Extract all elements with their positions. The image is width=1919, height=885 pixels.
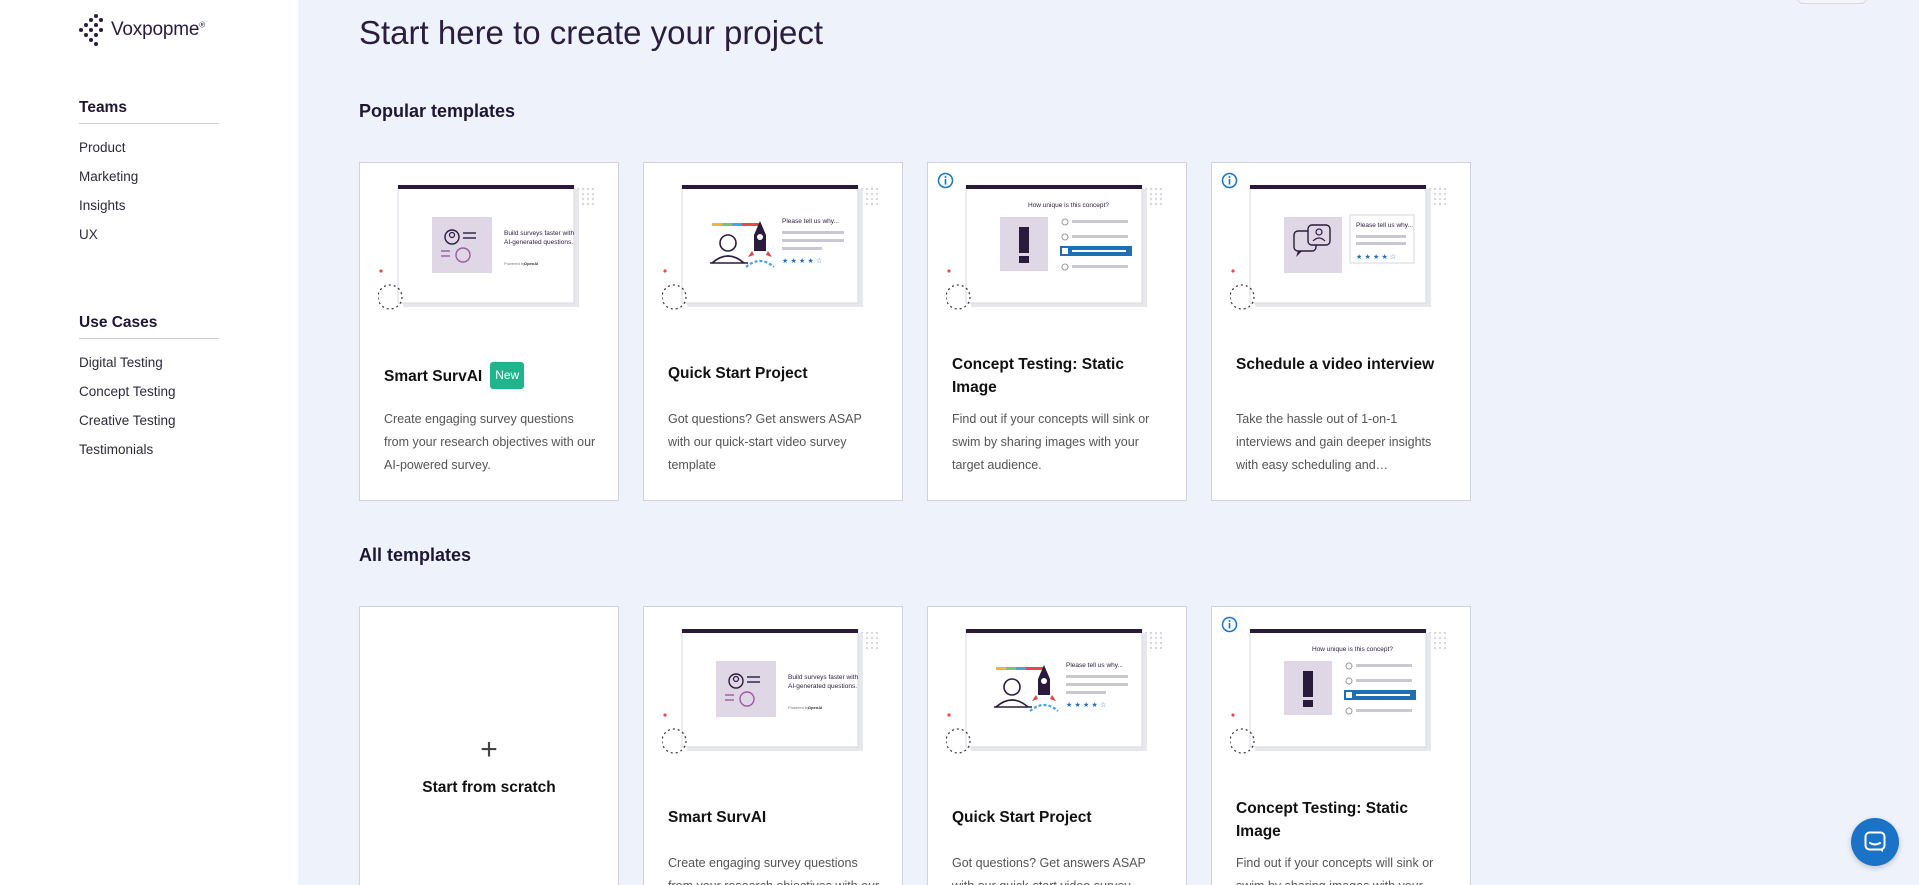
card-title: Smart SurvAI xyxy=(668,809,767,826)
template-thumbnail: Build surveys faster with AI-generated q… xyxy=(378,185,594,310)
page-title: Start here to create your project xyxy=(359,14,824,51)
svg-text:AI-generated questions.: AI-generated questions. xyxy=(788,683,857,690)
svg-text:Powered by: Powered by xyxy=(504,261,525,266)
svg-text:OpenAI: OpenAI xyxy=(524,261,538,266)
svg-text:Build surveys faster with: Build surveys faster with xyxy=(504,230,574,237)
svg-text:★ ★ ★ ★ ☆: ★ ★ ★ ★ ☆ xyxy=(1356,253,1396,261)
svg-text:Please tell us why...: Please tell us why... xyxy=(1356,222,1413,229)
sidebar-item-testimonials[interactable]: Testimonials xyxy=(79,440,219,469)
svg-text:★ ★ ★ ★ ☆: ★ ★ ★ ★ ☆ xyxy=(782,257,822,265)
card-title: Quick Start Project xyxy=(668,365,808,382)
svg-text:★ ★ ★ ★ ☆: ★ ★ ★ ★ ☆ xyxy=(1066,701,1106,709)
svg-text:How unique is this concept?: How unique is this concept? xyxy=(1312,646,1393,653)
template-thumbnail: How unique is this concept? xyxy=(1230,629,1446,754)
template-card[interactable]: Please tell us why... ★ ★ ★ ★ ☆ Quick St… xyxy=(927,606,1187,885)
template-thumbnail: How unique is this concept? xyxy=(946,185,1162,310)
template-card[interactable]: How unique is this concept? Concept Test… xyxy=(927,162,1187,501)
brand-name: Voxpopme® xyxy=(111,19,205,40)
template-card[interactable]: Build surveys faster with AI-generated q… xyxy=(643,606,903,885)
card-title: Smart SurvAI New xyxy=(384,362,599,389)
card-title: Quick Start Project xyxy=(952,809,1092,826)
sidebar-item-marketing[interactable]: Marketing xyxy=(79,167,219,196)
card-description: Create engaging survey questions from yo… xyxy=(668,856,879,885)
teams-section: Teams Product Marketing Insights UX xyxy=(79,99,219,254)
card-description: Got questions? Get answers ASAP with our… xyxy=(952,856,1146,885)
template-thumbnail: Build surveys faster with AI-generated q… xyxy=(662,629,878,754)
sidebar-item-insights[interactable]: Insights xyxy=(79,196,219,225)
card-title: Schedule a video interview xyxy=(1236,356,1435,373)
brand-logo[interactable]: Voxpopme® xyxy=(79,14,205,46)
popular-templates-heading: Popular templates xyxy=(359,101,516,121)
start-from-scratch-card[interactable]: + Start from scratch xyxy=(359,606,619,885)
svg-text:Powered by: Powered by xyxy=(788,705,809,710)
template-card[interactable]: Please tell us why... ★ ★ ★ ★ ☆ Quick St… xyxy=(643,162,903,501)
template-thumbnail: Please tell us why... ★ ★ ★ ★ ☆ xyxy=(946,629,1162,754)
sidebar-item-creative-testing[interactable]: Creative Testing xyxy=(79,411,219,440)
plus-icon: + xyxy=(480,733,498,766)
template-thumbnail: Please tell us why... ★ ★ ★ ★ ☆ xyxy=(662,185,878,310)
sidebar-item-digital-testing[interactable]: Digital Testing xyxy=(79,353,219,382)
card-description: Create engaging survey questions from yo… xyxy=(384,412,596,472)
use-cases-heading: Use Cases xyxy=(79,314,219,339)
card-description: Take the hassle out of 1-on-1 interviews… xyxy=(1236,412,1432,472)
use-cases-section: Use Cases Digital Testing Concept Testin… xyxy=(79,314,219,469)
sidebar: Voxpopme® Teams Product Marketing Insigh… xyxy=(0,0,298,885)
sidebar-item-product[interactable]: Product xyxy=(79,138,219,167)
template-card[interactable]: Please tell us why... ★ ★ ★ ★ ☆ Schedule… xyxy=(1211,162,1471,501)
all-templates-heading: All templates xyxy=(359,545,472,565)
svg-text:OpenAI: OpenAI xyxy=(808,705,822,710)
logo-icon xyxy=(79,14,105,46)
sidebar-item-ux[interactable]: UX xyxy=(79,225,219,254)
template-card[interactable]: Build surveys faster with AI-generated q… xyxy=(359,162,619,501)
svg-text:Please tell us why...: Please tell us why... xyxy=(1066,662,1123,669)
chat-launcher-button[interactable] xyxy=(1851,818,1899,866)
svg-text:Please tell us why...: Please tell us why... xyxy=(782,218,839,225)
teams-heading: Teams xyxy=(79,99,219,124)
top-right-button[interactable] xyxy=(1797,0,1867,4)
card-description: Find out if your concepts will sink or s… xyxy=(1236,856,1434,885)
main-content: Start here to create your project Popula… xyxy=(298,0,1919,885)
card-title: Start from scratch xyxy=(422,779,556,796)
template-card[interactable]: How unique is this concept? Concept Test… xyxy=(1211,606,1471,885)
card-description: Find out if your concepts will sink or s… xyxy=(952,412,1150,472)
sidebar-item-concept-testing[interactable]: Concept Testing xyxy=(79,382,219,411)
new-badge: New xyxy=(490,362,525,389)
template-thumbnail: Please tell us why... ★ ★ ★ ★ ☆ xyxy=(1230,185,1446,310)
card-description: Got questions? Get answers ASAP with our… xyxy=(668,412,862,472)
chat-icon xyxy=(1864,831,1886,852)
svg-text:Build surveys faster with: Build surveys faster with xyxy=(788,674,858,681)
svg-text:AI-generated questions.: AI-generated questions. xyxy=(504,239,573,246)
card-title: Concept Testing: Static Image xyxy=(1236,800,1408,840)
card-title: Concept Testing: Static Image xyxy=(952,356,1124,396)
svg-text:How unique is this concept?: How unique is this concept? xyxy=(1028,202,1109,209)
